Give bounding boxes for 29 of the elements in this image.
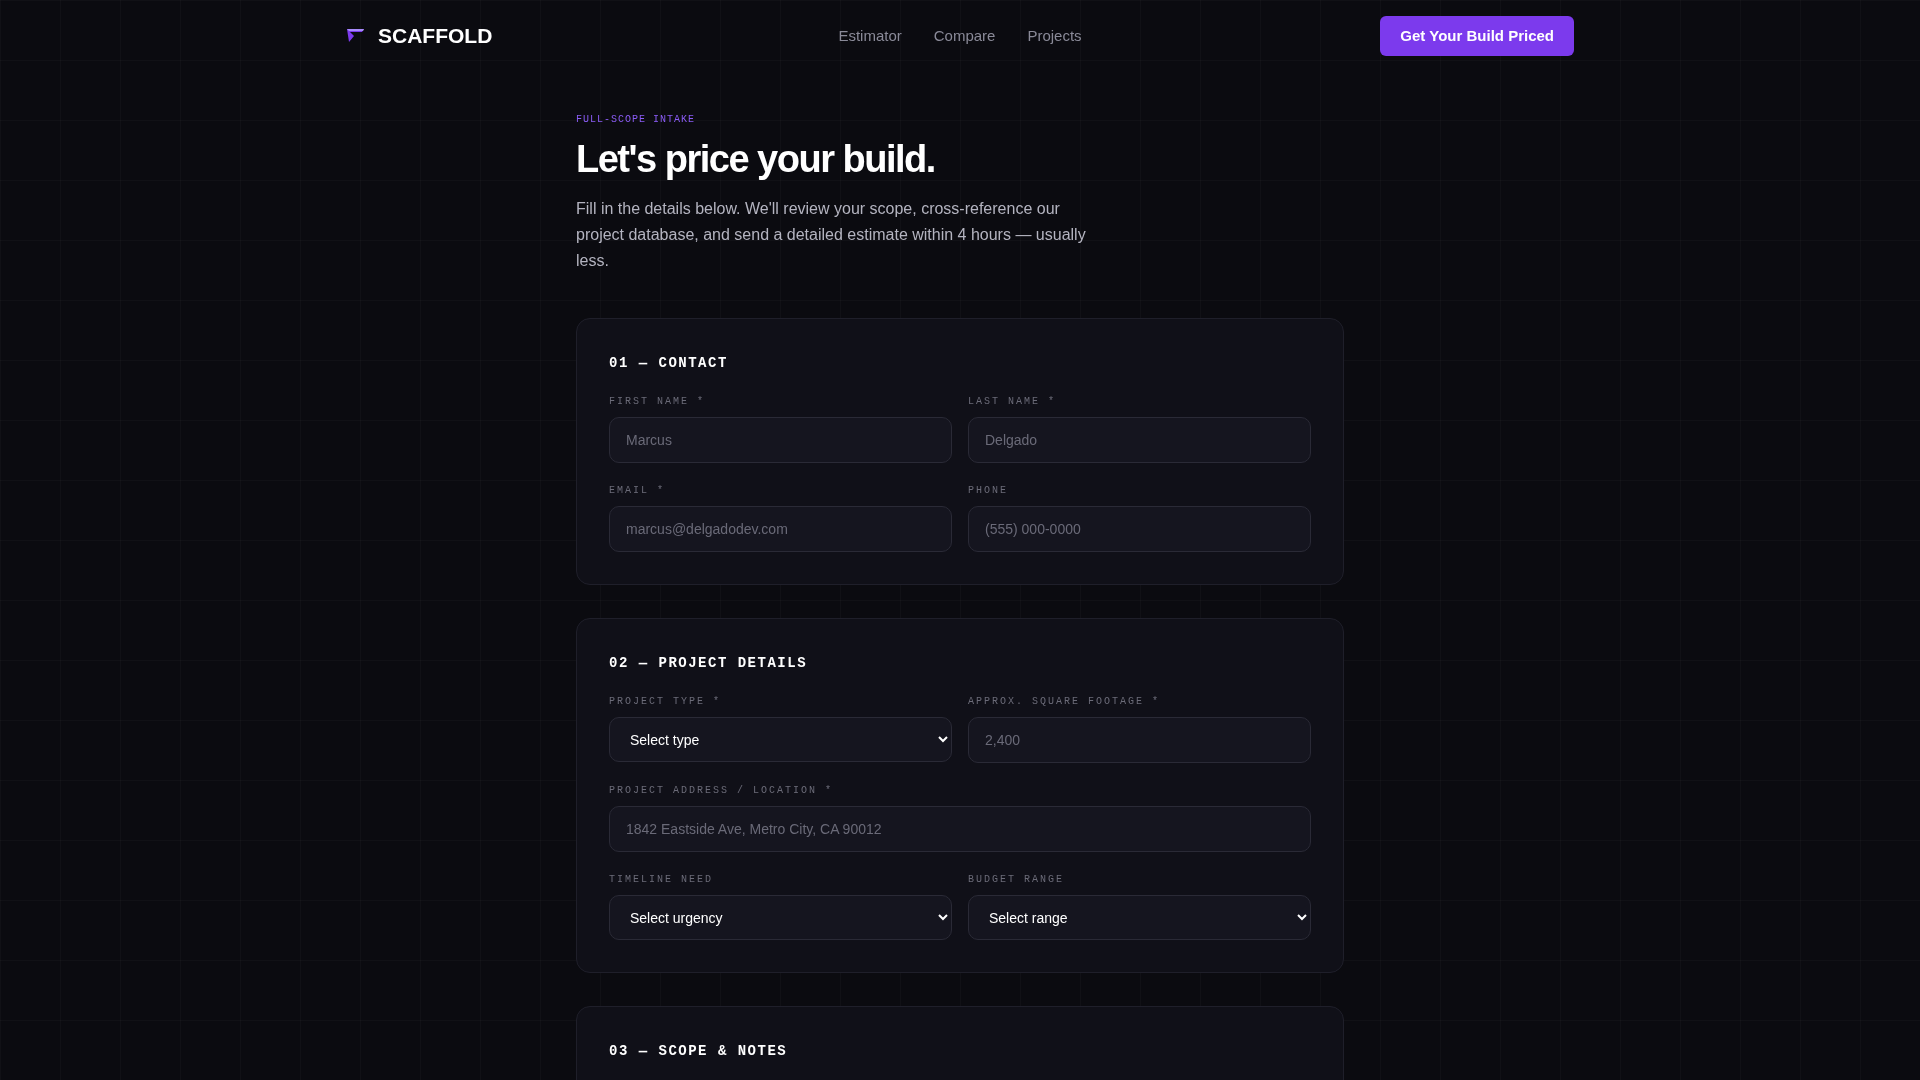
section-title: 03 — SCOPE & NOTES	[609, 1042, 789, 1061]
intro-paragraph: Fill in the details below. We'll review your scope, cross-reference our project database, and send a detailed estimate within 4 hours — usually less.	[576, 199, 1087, 271]
field-label: EMAIL *	[609, 484, 666, 498]
nav-link[interactable]: Compare	[933, 24, 996, 48]
field-label: LAST NAME *	[968, 395, 1057, 409]
input-field[interactable]: marcus@delgadodev.com	[609, 506, 952, 552]
field-label: PROJECT TYPE *	[609, 695, 722, 709]
select-field[interactable]: Select urgency	[609, 895, 952, 940]
nav-link[interactable]: Estimator	[838, 24, 902, 48]
section-title: 02 — PROJECT DETAILS	[609, 654, 809, 673]
brand-name: SCAFFOLD	[378, 23, 493, 50]
get-priced-button[interactable]: Get Your Build Priced	[1380, 16, 1574, 56]
select-field[interactable]: Select range	[968, 895, 1311, 940]
input-field[interactable]: Marcus	[609, 417, 952, 463]
select-field[interactable]: Select type	[609, 717, 952, 762]
input-field[interactable]: 1842 Eastside Ave, Metro City, CA 90012	[609, 806, 1311, 852]
nav-link[interactable]: Projects	[1027, 24, 1082, 48]
field-label: FIRST NAME *	[609, 395, 706, 409]
field-label: APPROX. SQUARE FOOTAGE *	[968, 695, 1162, 709]
page-title: Let's price your build.	[576, 137, 936, 182]
field-label: PROJECT ADDRESS / LOCATION *	[609, 784, 835, 798]
section-title: 01 — CONTACT	[609, 354, 729, 373]
input-field[interactable]: 2,400	[968, 717, 1311, 763]
input-field[interactable]: (555) 000-0000	[968, 506, 1311, 552]
field-label: BUDGET RANGE	[968, 873, 1065, 887]
field-label: TIMELINE NEED	[609, 873, 714, 887]
eyebrow-label: FULL-SCOPE INTAKE	[576, 113, 697, 127]
input-field[interactable]: Delgado	[968, 417, 1311, 463]
field-label: PHONE	[968, 484, 1009, 498]
